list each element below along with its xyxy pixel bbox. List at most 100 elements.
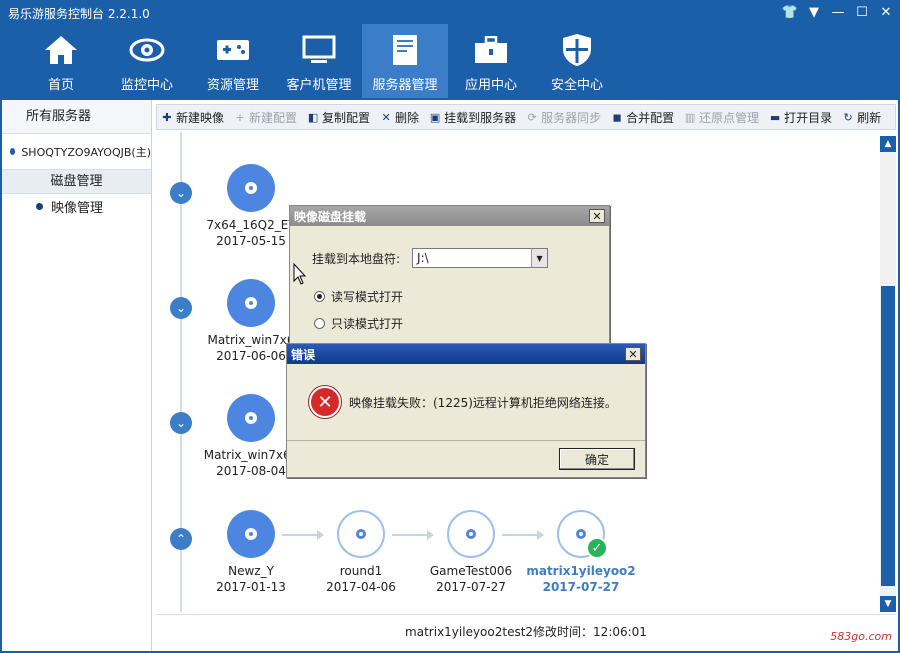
sidebar-item-label: 映像管理 <box>51 200 104 216</box>
mount-to-server-button[interactable]: ▣ 挂载到服务器 <box>429 109 516 126</box>
delete-icon: ✕ <box>381 110 391 124</box>
menu-dropdown-icon[interactable]: ▼ <box>806 4 822 20</box>
server-icon <box>385 30 425 70</box>
refresh-icon: ↻ <box>843 110 853 124</box>
chevron-up-icon: ⌃ <box>175 532 187 546</box>
error-message: 映像挂载失败：(1225)远程计算机拒绝网络连接。 <box>349 396 617 410</box>
folder-icon: ▬ <box>769 110 781 124</box>
error-dialog: 错误 ✕ ✕ 映像挂载失败：(1225)远程计算机拒绝网络连接。 确定 <box>286 343 646 478</box>
divider <box>287 440 645 441</box>
image-name: Newz_Y <box>228 564 274 578</box>
image-disc[interactable] <box>227 279 275 327</box>
chevron-down-icon: ⌄ <box>175 186 187 200</box>
new-config-button[interactable]: + 新建配置 <box>234 109 297 126</box>
image-disc[interactable] <box>227 394 275 442</box>
config-name: GameTest006 <box>429 564 513 578</box>
sidebar-item-image-management[interactable]: 映像管理 <box>2 194 151 218</box>
sidebar: 所有服务器 SHOQTYZO9AYOQJB(主) 磁盘管理 映像管理 <box>2 100 152 651</box>
shield-icon <box>557 30 597 70</box>
skin-icon[interactable]: 👕 <box>782 4 798 20</box>
collapse-toggle-row1[interactable]: ⌄ <box>170 182 192 204</box>
nav-app-center[interactable]: 应用中心 <box>448 24 534 98</box>
status-bar: matrix1yileyoo2test2修改时间：12:06:01 <box>156 614 896 648</box>
drive-letter-label: 挂载到本地盘符: <box>312 251 401 266</box>
server-sync-button[interactable]: ⟳ 服务器同步 <box>526 109 601 126</box>
nav-server-management[interactable]: 服务器管理 <box>362 24 448 98</box>
new-config-icon: + <box>235 110 245 124</box>
config-date-selected: 2017-07-27 <box>542 580 620 594</box>
collapse-toggle-row2[interactable]: ⌄ <box>170 297 192 319</box>
config-disc[interactable] <box>337 510 385 558</box>
image-disc[interactable] <box>227 510 275 558</box>
close-icon[interactable]: ✕ <box>878 4 894 20</box>
bullet-icon <box>36 202 43 210</box>
sidebar-server-item[interactable]: SHOQTYZO9AYOQJB(主) <box>2 134 151 170</box>
close-icon[interactable]: ✕ <box>589 209 605 223</box>
nav-resources[interactable]: 资源管理 <box>190 24 276 98</box>
mount-dialog-titlebar: 映像磁盘挂载 ✕ <box>290 206 609 226</box>
chevron-down-icon: ▼ <box>531 249 548 267</box>
monitor-icon <box>299 30 339 70</box>
collapse-toggle-row3[interactable]: ⌄ <box>170 412 192 434</box>
arrow-connector <box>502 530 544 540</box>
check-icon: ✓ <box>586 537 608 559</box>
arrow-connector <box>392 530 434 540</box>
toolbar: ✚ 新建映像 + 新建配置 ◧ 复制配置 ✕ 删除 ▣ 挂载到服务器 ⟳ 服务器同步 ◼ 合并… <box>156 104 896 130</box>
read-write-radio[interactable]: 读写模式打开 <box>314 288 403 305</box>
home-icon <box>41 30 81 70</box>
read-only-radio[interactable]: 只读模式打开 <box>314 315 403 332</box>
image-disc[interactable] <box>227 164 275 212</box>
nav-clients[interactable]: 客户机管理 <box>276 24 362 98</box>
restore-point-button[interactable]: ▥ 还原点管理 <box>684 109 759 126</box>
copy-config-button[interactable]: ◧ 复制配置 <box>307 109 370 126</box>
toolbox-icon <box>471 30 511 70</box>
nav-home[interactable]: 首页 <box>18 24 104 98</box>
collapse-toggle-row4[interactable]: ⌃ <box>170 528 192 550</box>
nav-security[interactable]: 安全中心 <box>534 24 620 98</box>
scroll-down-icon[interactable]: ▼ <box>880 596 896 612</box>
config-disc[interactable] <box>447 510 495 558</box>
error-icon: ✕ <box>309 386 341 418</box>
app-title: 易乐游服务控制台 2.2.1.0 <box>8 7 150 21</box>
gamepad-icon <box>213 30 253 70</box>
radio-unchecked-icon <box>314 318 325 329</box>
scroll-thumb[interactable] <box>881 286 895 586</box>
sync-icon: ⟳ <box>527 110 537 124</box>
watermark: 583go.com <box>830 630 892 643</box>
close-icon[interactable]: ✕ <box>625 347 641 361</box>
title-bar: 易乐游服务控制台 2.2.1.0 👕 ▼ — ☐ ✕ 首页 监控中心 资源管理 <box>0 0 900 100</box>
new-image-button[interactable]: ✚ 新建映像 <box>161 109 224 126</box>
ok-button[interactable]: 确定 <box>559 448 635 470</box>
mount-dialog-title: 映像磁盘挂载 <box>294 209 367 224</box>
delete-button[interactable]: ✕ 删除 <box>380 109 419 126</box>
config-date: 2017-07-27 <box>436 580 506 594</box>
image-date: 2017-01-13 <box>216 580 286 594</box>
merge-config-button[interactable]: ◼ 合并配置 <box>611 109 675 126</box>
restore-icon: ▥ <box>684 110 696 124</box>
scroll-up-icon[interactable]: ▲ <box>880 136 896 152</box>
mouse-cursor-icon <box>293 262 307 288</box>
copy-icon: ◧ <box>307 110 319 124</box>
refresh-button[interactable]: ↻ 刷新 <box>842 109 882 126</box>
merge-icon: ◼ <box>612 110 622 124</box>
open-directory-button[interactable]: ▬ 打开目录 <box>769 109 832 126</box>
radio-checked-icon <box>314 291 325 302</box>
minimize-icon[interactable]: — <box>830 4 846 20</box>
mount-icon: ▣ <box>429 110 441 124</box>
arrow-connector <box>282 530 324 540</box>
drive-letter-row: 挂载到本地盘符: J:\ ▼ <box>312 248 549 268</box>
nav-monitor[interactable]: 监控中心 <box>104 24 190 98</box>
chevron-down-icon: ⌄ <box>175 301 187 315</box>
chevron-down-icon: ⌄ <box>175 416 187 430</box>
maximize-icon[interactable]: ☐ <box>854 4 870 20</box>
sidebar-disk-management[interactable]: 磁盘管理 <box>2 170 151 194</box>
error-dialog-titlebar: 错误 ✕ <box>287 344 645 364</box>
server-dot-icon <box>10 148 16 155</box>
sidebar-all-servers[interactable]: 所有服务器 <box>2 100 151 134</box>
new-image-icon: ✚ <box>162 110 172 124</box>
config-date: 2017-04-06 <box>326 580 396 594</box>
mount-dialog: 映像磁盘挂载 ✕ 挂载到本地盘符: J:\ ▼ 读写模式打开 只读模式打开 <box>289 205 610 350</box>
vertical-scrollbar[interactable]: ▲ ▼ <box>880 136 896 612</box>
sidebar-server-label: SHOQTYZO9AYOQJB(主) <box>21 145 151 159</box>
drive-letter-select[interactable]: J:\ ▼ <box>412 248 549 268</box>
